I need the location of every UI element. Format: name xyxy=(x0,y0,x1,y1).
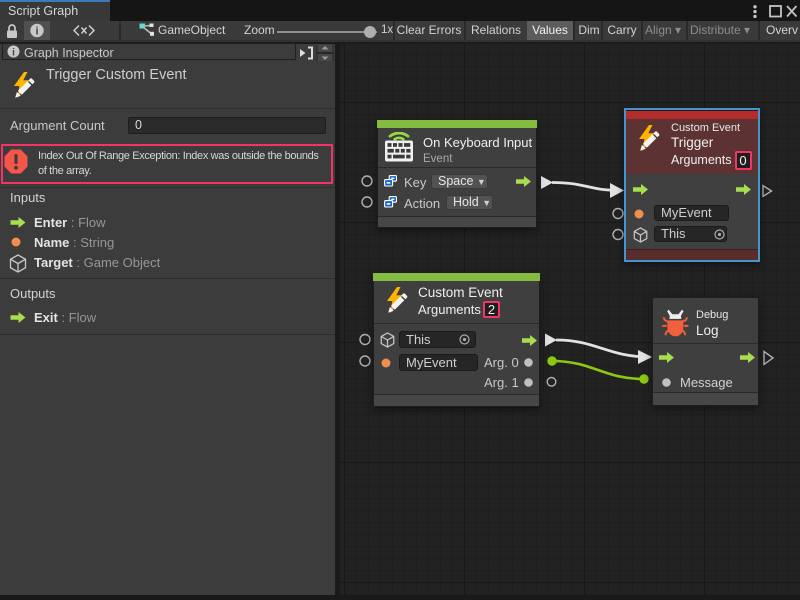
svg-text:i: i xyxy=(35,26,38,38)
svg-text:i: i xyxy=(12,47,15,58)
